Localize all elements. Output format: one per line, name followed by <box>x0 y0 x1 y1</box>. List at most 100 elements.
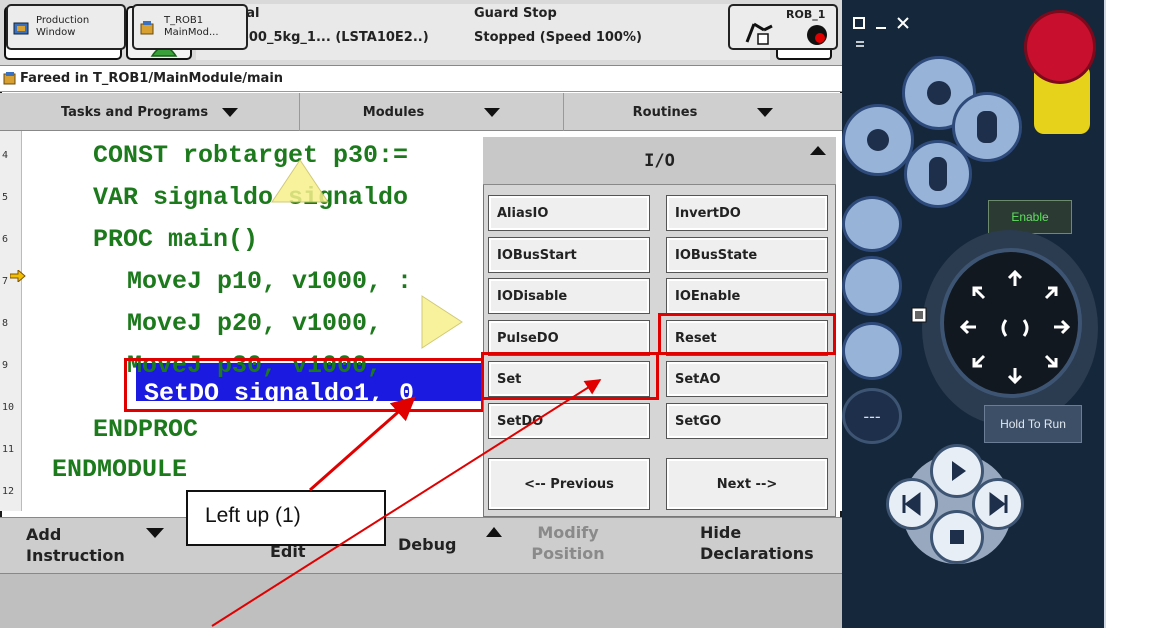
code-line[interactable]: ENDPROC <box>93 415 198 444</box>
code-line[interactable]: ENDMODULE <box>52 455 187 484</box>
editor-tab-bar: Tasks and Programs Modules Routines <box>0 93 842 131</box>
speed-icon <box>807 25 827 45</box>
chevron-down-icon <box>222 107 239 117</box>
io-button-ioenable[interactable]: IOEnable <box>666 278 828 314</box>
io-panel-title: I/O <box>644 150 675 171</box>
annotation-box-setdo-line <box>124 358 484 412</box>
code-line[interactable]: MoveJ p10, v1000, : <box>127 267 412 296</box>
program-icon <box>140 21 154 35</box>
chevron-down-icon <box>757 107 774 117</box>
program-state: Stopped (Speed 100%) <box>474 30 642 45</box>
tab-tasks-and-programs[interactable]: Tasks and Programs <box>0 93 300 131</box>
tab-modules[interactable]: Modules <box>300 93 564 131</box>
io-button-setdo[interactable]: SetDO <box>488 403 650 439</box>
line-number: 6 <box>2 234 9 245</box>
emergency-stop-cap[interactable] <box>1024 10 1096 84</box>
modify-position-label-2: Position <box>531 544 605 563</box>
line-number: 10 <box>2 402 15 413</box>
line-number: 8 <box>2 318 9 329</box>
io-button-setao[interactable]: SetAO <box>666 361 828 397</box>
close-icon <box>897 17 909 29</box>
swap-icon <box>856 41 864 47</box>
ellipsis-key[interactable]: --- <box>842 388 902 444</box>
tab-label: Tasks and Programs <box>60 104 209 120</box>
production-window-button[interactable]: Production Window <box>6 4 126 50</box>
joystick-arrows-icon <box>959 269 1071 385</box>
joystick[interactable] <box>940 248 1082 398</box>
increment-key[interactable] <box>842 322 902 380</box>
code-line[interactable]: VAR signaldo signaldo <box>93 183 408 212</box>
mechanical-unit-key[interactable] <box>842 196 902 252</box>
code-line[interactable]: MoveJ p20, v1000, <box>127 309 382 338</box>
tab-label: Routines <box>632 104 698 120</box>
line-number: 11 <box>2 444 15 455</box>
window-controls <box>853 17 909 47</box>
programmable-key-4[interactable] <box>904 140 972 208</box>
io-button-invertdo[interactable]: InvertDO <box>666 195 828 231</box>
program-pointer-icon <box>10 270 26 282</box>
annotation-box-set <box>481 352 659 400</box>
restore-icon <box>853 17 865 29</box>
code-line[interactable]: CONST robtarget p30:= <box>93 141 408 170</box>
status-panel: Manual IRB1600_5kg_1... (LSTA10E2..) Gua… <box>196 4 770 60</box>
annotation-box-reset <box>658 313 836 355</box>
robot-mechanical-unit-icon <box>745 22 773 45</box>
line-number: 9 <box>2 360 9 371</box>
step-backward-icon <box>902 492 921 516</box>
chevron-up-icon <box>486 527 502 537</box>
io-button-setgo[interactable]: SetGO <box>666 403 828 439</box>
play-icon <box>952 461 966 481</box>
robot-unit-label: ROB_1 <box>786 8 826 21</box>
line-number: 4 <box>2 150 9 161</box>
tab-label: Modules <box>362 104 425 120</box>
modify-position-button[interactable]: Modify Position <box>528 522 608 564</box>
programmable-key-2[interactable] <box>842 104 914 176</box>
hide-declarations-label-1: Hide <box>700 523 742 542</box>
quickset-robot-button[interactable]: ROB_1 <box>728 4 838 50</box>
hide-declarations-label-2: Declarations <box>700 544 814 563</box>
chevron-down-icon <box>146 528 164 538</box>
program-editor-label: T_ROB1 MainMod... <box>164 15 219 38</box>
add-instruction-button[interactable]: Add Instruction <box>26 524 125 566</box>
add-instruction-label-2: Instruction <box>26 546 125 565</box>
breadcrumb: Fareed in T_ROB1/MainModule/main <box>0 66 842 92</box>
line-number: 5 <box>2 192 9 203</box>
line-number: 12 <box>2 486 15 497</box>
stop-button[interactable] <box>930 510 984 564</box>
window-border <box>1104 0 1106 628</box>
stop-icon <box>950 530 964 544</box>
joystick-lock-icon <box>911 307 927 323</box>
production-window-label: Production Window <box>36 15 90 38</box>
io-panel-header: I/O <box>483 137 836 185</box>
breadcrumb-text: Fareed in T_ROB1/MainModule/main <box>20 71 284 86</box>
program-editor-button[interactable]: T_ROB1 MainMod... <box>132 4 248 50</box>
guard-status: Guard Stop <box>474 6 557 21</box>
motion-mode-key[interactable] <box>842 256 902 316</box>
line-number-gutter: 4 5 6 7 8 9 10 11 12 <box>0 131 22 511</box>
step-forward-icon <box>989 492 1008 516</box>
tab-routines[interactable]: Routines <box>564 93 842 131</box>
chevron-down-icon <box>484 107 501 117</box>
debug-button[interactable]: Debug <box>398 534 456 555</box>
io-button-iobusstate[interactable]: IOBusState <box>666 237 828 273</box>
program-icon <box>3 72 16 85</box>
motion-target-marker <box>271 159 329 203</box>
modify-position-label-1: Modify <box>537 523 599 542</box>
collapse-up-icon[interactable] <box>810 145 826 155</box>
annotation-callout: Left up (1) <box>186 490 386 546</box>
io-button-iodisable[interactable]: IODisable <box>488 278 650 314</box>
next-button[interactable]: Next --> <box>666 458 828 510</box>
add-instruction-label-1: Add <box>26 525 62 544</box>
previous-button[interactable]: <-- Previous <box>488 458 650 510</box>
step-backward-button[interactable] <box>886 478 938 530</box>
code-line[interactable]: PROC main() <box>93 225 258 254</box>
io-button-iobusstart[interactable]: IOBusStart <box>488 237 650 273</box>
line-number: 7 <box>2 276 9 287</box>
hide-declarations-button[interactable]: Hide Declarations <box>700 522 814 564</box>
enable-button[interactable]: Enable <box>988 200 1072 234</box>
production-icon <box>13 22 29 35</box>
io-button-pulsedo[interactable]: PulseDO <box>488 320 650 356</box>
io-button-aliasio[interactable]: AliasIO <box>488 195 650 231</box>
hold-to-run-button[interactable]: Hold To Run <box>984 405 1082 443</box>
taskbar <box>0 573 842 628</box>
